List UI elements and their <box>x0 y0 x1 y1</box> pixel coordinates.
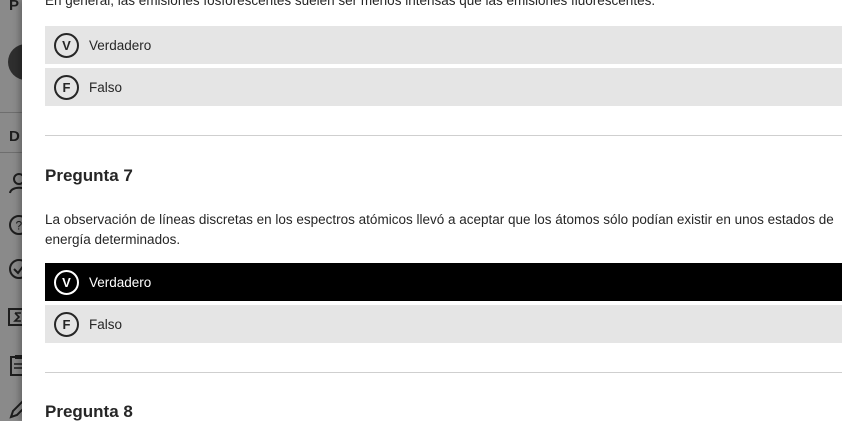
side-navigation: P D ? <box>0 0 22 421</box>
quiz-screen: P D ? En general, las emisiones fosfores… <box>0 0 848 421</box>
check-circle-icon[interactable] <box>8 258 22 280</box>
question-divider <box>45 135 842 136</box>
option-badge: V <box>54 269 79 295</box>
answer-option-true[interactable]: V Verdadero <box>45 263 842 301</box>
pencil-icon[interactable] <box>8 398 22 420</box>
option-badge: F <box>54 74 79 100</box>
help-circle-icon[interactable]: ? <box>8 214 22 236</box>
option-label: Falso <box>89 316 123 332</box>
clipboard-icon[interactable] <box>8 354 22 376</box>
option-label: Verdadero <box>89 274 152 290</box>
answer-option-false[interactable]: F Falso <box>45 305 842 343</box>
sidebar-divider <box>0 112 22 113</box>
question-text: La observación de líneas discretas en lo… <box>45 212 834 247</box>
question-title: Pregunta 8 <box>45 402 133 421</box>
sidebar-title-fragment: P <box>9 0 20 14</box>
answer-option-false[interactable]: F Falso <box>45 68 842 106</box>
sidebar-divider <box>0 152 22 153</box>
sigma-icon[interactable] <box>8 306 22 328</box>
sidebar-section-fragment: D <box>9 128 20 145</box>
user-icon[interactable] <box>8 172 22 194</box>
option-badge: V <box>54 32 79 58</box>
answer-option-true[interactable]: V Verdadero <box>45 26 842 64</box>
option-label: Falso <box>89 79 123 95</box>
quiz-content: En general, las emisiones fosforescentes… <box>22 0 848 421</box>
question-text: En general, las emisiones fosforescentes… <box>45 0 656 8</box>
question-title: Pregunta 7 <box>45 166 133 185</box>
option-label: Verdadero <box>89 37 152 53</box>
avatar[interactable] <box>8 44 22 80</box>
option-badge: F <box>54 311 79 337</box>
question-divider <box>45 372 842 373</box>
